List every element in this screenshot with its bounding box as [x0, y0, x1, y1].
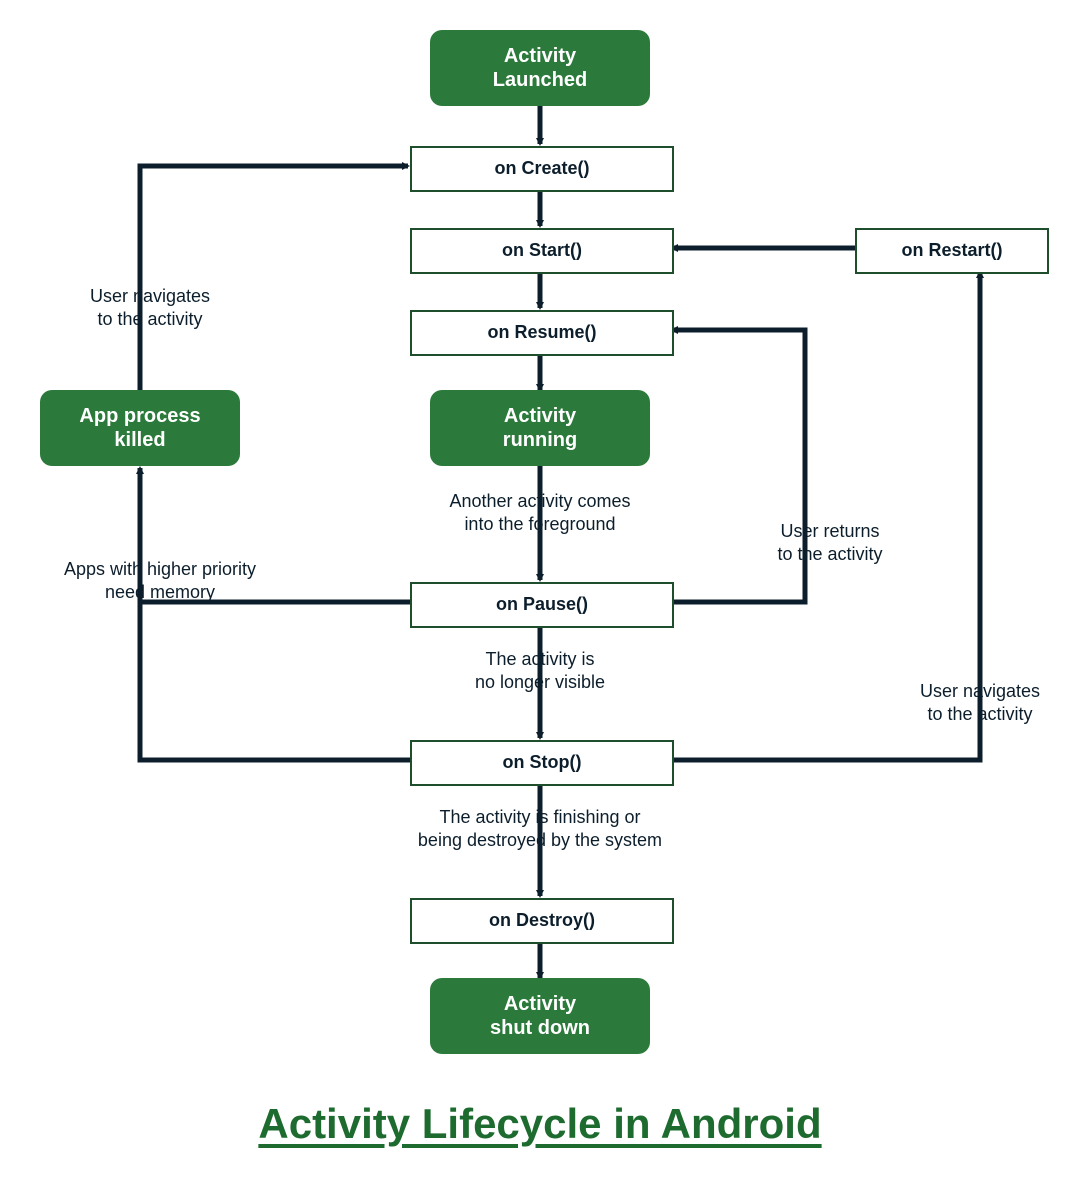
diagram-title: Activity Lifecycle in Android: [0, 1100, 1080, 1148]
node-on-pause: on Pause(): [410, 582, 674, 628]
node-label: on Stop(): [503, 752, 582, 774]
node-on-create: on Create(): [410, 146, 674, 192]
label-another-activity: Another activity comes into the foregrou…: [420, 490, 660, 535]
node-label: on Destroy(): [489, 910, 595, 932]
node-activity-launched: Activity Launched: [430, 30, 650, 106]
node-label: on Resume(): [487, 322, 596, 344]
node-label: Activity running: [503, 404, 577, 452]
label-apps-higher-priority: Apps with higher priority need memory: [30, 558, 290, 603]
label-user-returns: User returns to the activity: [735, 520, 925, 565]
label-user-navigates-left: User navigates to the activity: [55, 285, 245, 330]
node-label: Activity Launched: [493, 44, 587, 92]
node-on-start: on Start(): [410, 228, 674, 274]
node-label: App process killed: [79, 404, 200, 452]
node-label: on Start(): [502, 240, 582, 262]
node-label: on Create(): [494, 158, 589, 180]
node-on-destroy: on Destroy(): [410, 898, 674, 944]
node-app-process-killed: App process killed: [40, 390, 240, 466]
node-label: on Pause(): [496, 594, 588, 616]
label-no-longer-visible: The activity is no longer visible: [420, 648, 660, 693]
node-label: on Restart(): [901, 240, 1002, 262]
node-activity-running: Activity running: [430, 390, 650, 466]
node-on-stop: on Stop(): [410, 740, 674, 786]
node-on-resume: on Resume(): [410, 310, 674, 356]
node-on-restart: on Restart(): [855, 228, 1049, 274]
label-user-navigates-right: User navigates to the activity: [885, 680, 1075, 725]
diagram-stage: Activity Launched on Create() on Start()…: [0, 0, 1080, 1187]
label-activity-finishing: The activity is finishing or being destr…: [390, 806, 690, 851]
node-activity-shut-down: Activity shut down: [430, 978, 650, 1054]
node-label: Activity shut down: [490, 992, 590, 1040]
